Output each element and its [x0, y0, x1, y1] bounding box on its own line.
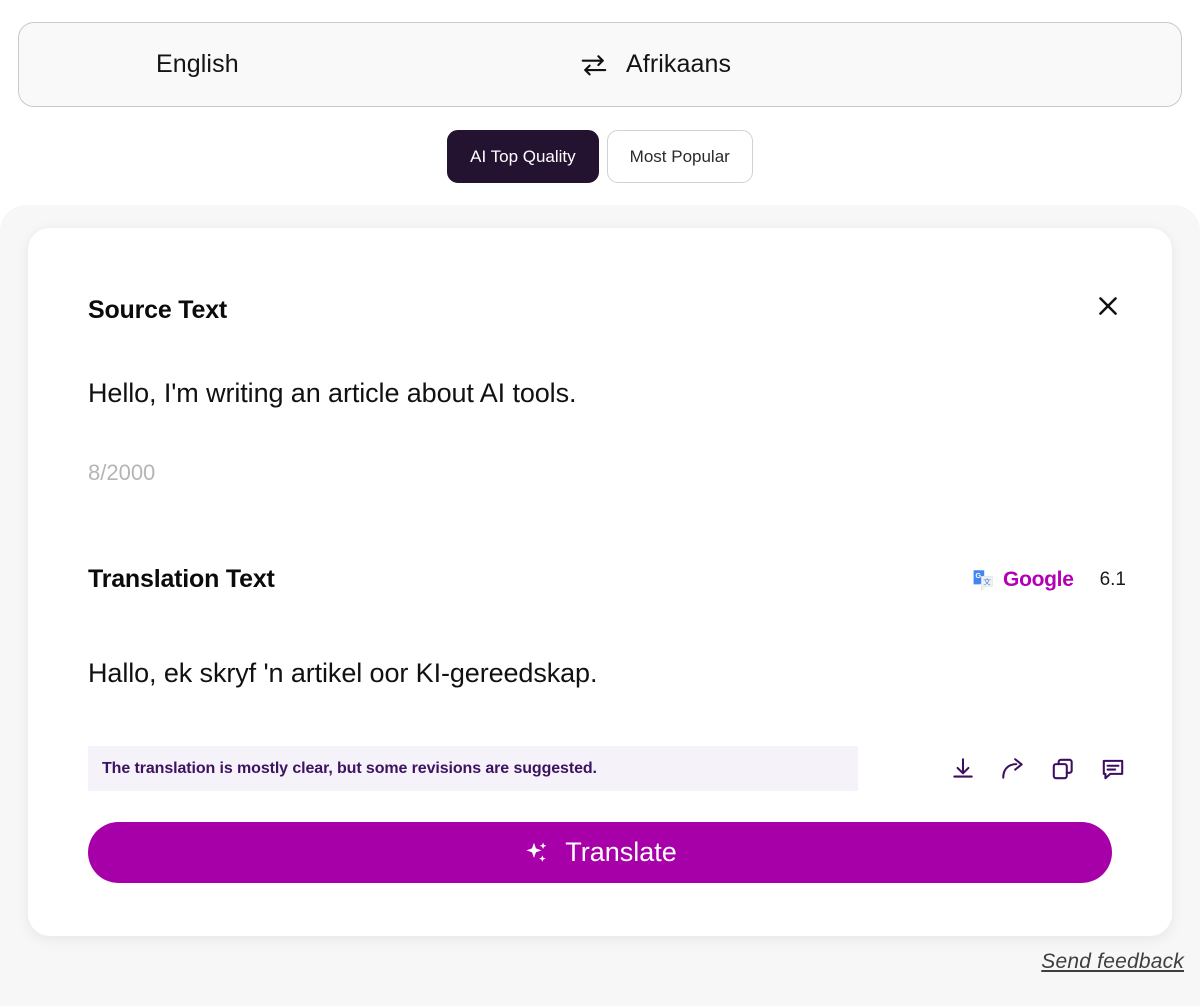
translation-card: Source Text Hello, I'm writing an articl…	[28, 228, 1172, 936]
copy-icon[interactable]	[1050, 756, 1076, 782]
translation-provider: G 文 Google 6.1	[971, 568, 1126, 592]
translation-note-text: The translation is mostly clear, but som…	[102, 759, 597, 777]
source-language-label: English	[156, 50, 239, 78]
translate-button-label: Translate	[565, 837, 677, 867]
translation-text-value[interactable]: Hallo, ek skryf 'n artikel oor KI-gereed…	[88, 658, 597, 689]
tab-most-popular[interactable]: Most Popular	[606, 130, 753, 183]
translation-actions	[950, 746, 1126, 791]
translation-text-heading: Translation Text	[88, 565, 275, 593]
language-selector-bar[interactable]: English Afrikaans	[18, 22, 1182, 107]
send-feedback-link[interactable]: Send feedback	[1041, 950, 1184, 974]
close-icon	[1099, 297, 1117, 315]
svg-text:G: G	[975, 571, 981, 580]
language-swap-group[interactable]: Afrikaans	[579, 23, 731, 106]
character-counter: 8/2000	[88, 460, 156, 485]
mode-toggle-group: AI Top Quality Most Popular	[0, 130, 1200, 183]
google-translate-icon: G 文	[973, 570, 993, 591]
share-icon[interactable]	[1000, 756, 1026, 782]
translate-button[interactable]: Translate	[88, 822, 1112, 883]
svg-text:文: 文	[983, 577, 991, 587]
close-button[interactable]	[1090, 288, 1126, 324]
source-text-value[interactable]: Hello, I'm writing an article about AI t…	[88, 378, 576, 409]
tab-ai-top-quality[interactable]: AI Top Quality	[447, 130, 599, 183]
sparkles-icon	[526, 842, 547, 862]
quality-score: 6.1	[1099, 569, 1126, 590]
source-language-selector[interactable]: English	[156, 23, 239, 106]
swap-horizontal-arrows-icon[interactable]	[579, 52, 609, 78]
source-text-heading: Source Text	[88, 296, 228, 324]
download-icon[interactable]	[950, 756, 976, 782]
comment-icon[interactable]	[1100, 756, 1126, 782]
translation-note-banner: The translation is mostly clear, but som…	[88, 746, 858, 791]
provider-name: Google	[1003, 568, 1074, 591]
target-language-label[interactable]: Afrikaans	[626, 50, 731, 79]
